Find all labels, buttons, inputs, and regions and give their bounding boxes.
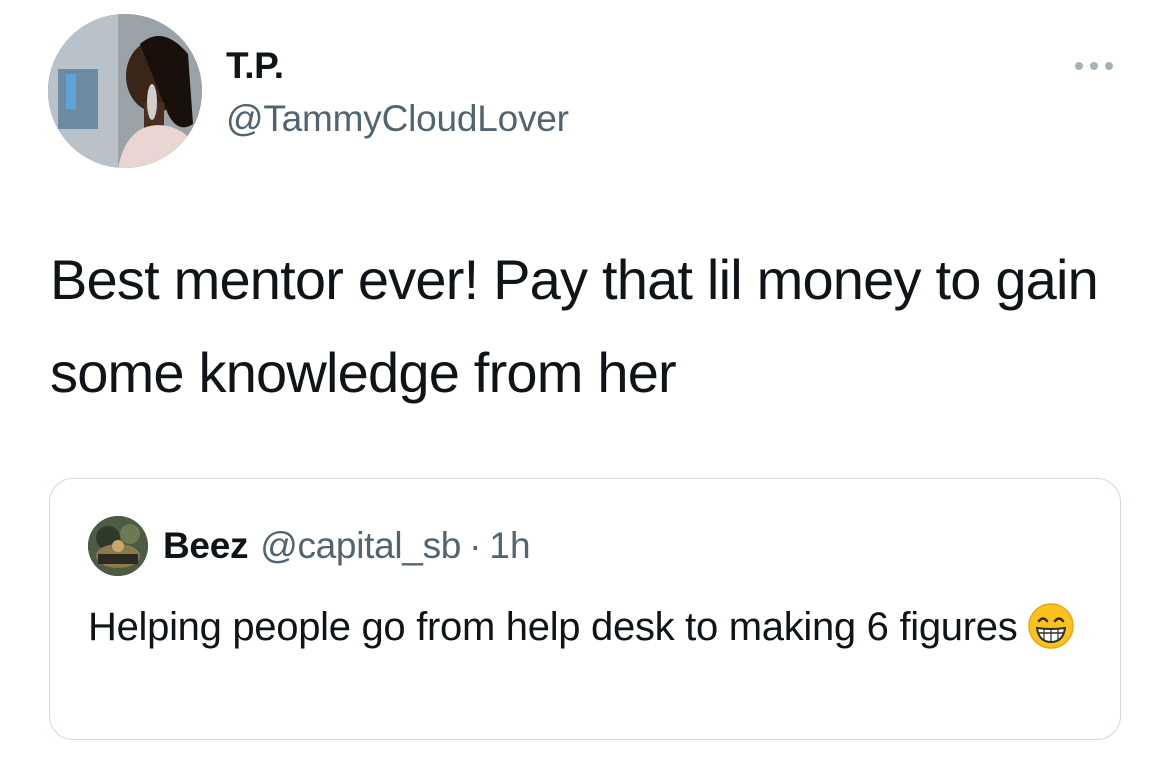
more-horizontal-icon-dot (1105, 62, 1113, 70)
quoted-author-handle[interactable]: @capital_sb (260, 525, 461, 567)
profile-photo-icon (48, 14, 202, 168)
quoted-author-display-name[interactable]: Beez (163, 525, 248, 567)
quoted-tweet-timestamp[interactable]: 1h (489, 525, 530, 567)
quoted-tweet-body: Helping people go from help desk to maki… (88, 599, 1098, 666)
quoted-tweet-text: Helping people go from help desk to maki… (88, 605, 1018, 649)
profile-photo-icon (88, 516, 148, 576)
more-horizontal-icon (1075, 62, 1083, 70)
quoted-tweet-header: Beez @capital_sb · 1h (163, 523, 531, 569)
author-handle[interactable]: @TammyCloudLover (226, 97, 569, 141)
more-options-button[interactable] (1066, 52, 1122, 80)
grinning-face-emoji-icon (1027, 602, 1075, 666)
more-horizontal-icon-dot (1090, 62, 1098, 70)
tweet-text: Best mentor ever! Pay that lil money to … (50, 248, 1099, 404)
quoted-tweet-separator: · (469, 525, 482, 566)
quoted-tweet-card[interactable]: Beez @capital_sb · 1h Helping people go … (49, 478, 1121, 740)
quoted-author-avatar[interactable] (88, 516, 148, 576)
author-avatar[interactable] (48, 14, 202, 168)
author-display-name[interactable]: T.P. (226, 44, 284, 88)
